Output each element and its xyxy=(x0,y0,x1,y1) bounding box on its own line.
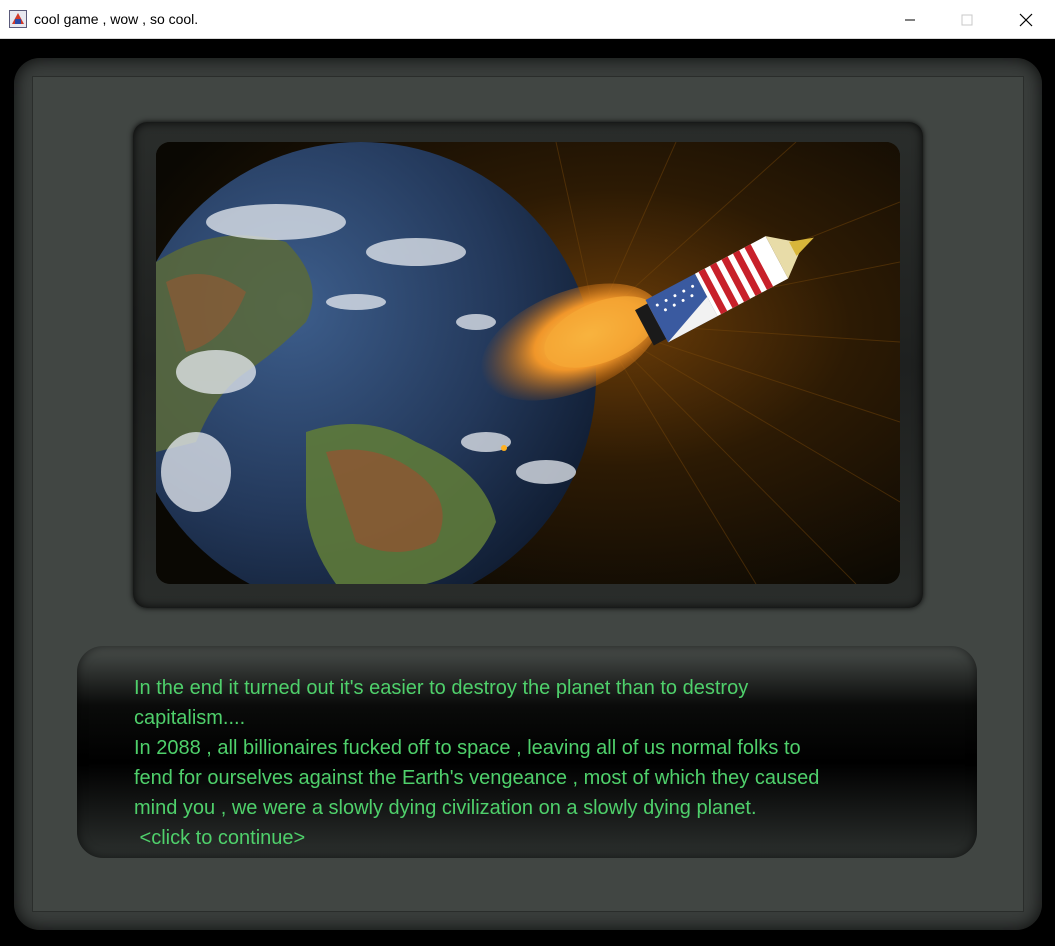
dialog-line: In the end it turned out it's easier to … xyxy=(134,677,749,699)
maximize-button[interactable] xyxy=(944,0,990,39)
minimize-button[interactable] xyxy=(887,0,933,39)
dialog-line: In 2088 , all billionaires fucked off to… xyxy=(134,737,801,759)
minimize-icon xyxy=(905,19,915,20)
cutscene-screen[interactable] xyxy=(156,142,900,584)
cutscene-image xyxy=(156,142,900,584)
maximize-icon xyxy=(961,14,973,25)
dialog-text: In the end it turned out it's easier to … xyxy=(134,673,934,823)
dialog-line: mind you , we were a slowly dying civili… xyxy=(134,797,757,819)
close-icon xyxy=(1019,13,1033,26)
dialog-line: capitalism.... xyxy=(134,707,246,729)
game-window: cool game , wow , so cool. In the end it… xyxy=(0,0,1055,946)
title-bar[interactable]: cool game , wow , so cool. xyxy=(0,0,1055,39)
java-app-icon xyxy=(9,10,27,28)
dialog-line: fend for ourselves against the Earth's v… xyxy=(134,767,820,789)
window-title: cool game , wow , so cool. xyxy=(34,11,199,27)
close-button[interactable] xyxy=(1003,0,1049,39)
continue-prompt[interactable]: <click to continue> xyxy=(134,823,306,853)
